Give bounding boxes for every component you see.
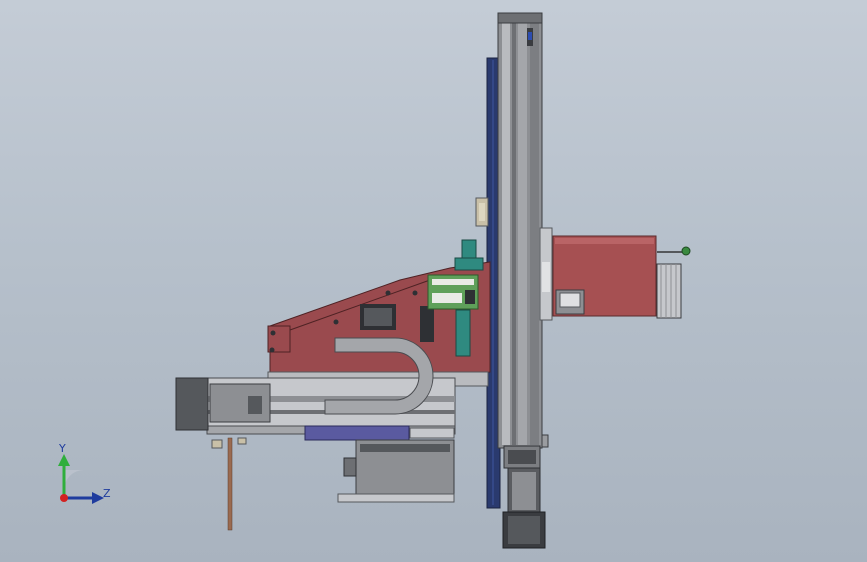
- x-axis-dot: [60, 494, 68, 502]
- purple-base-plate: [304, 425, 410, 441]
- green-circuit-board: [427, 274, 479, 310]
- y-axis-label: Y: [58, 442, 66, 455]
- horizontal-motor-carriage: [539, 227, 691, 321]
- cad-viewport[interactable]: Y Z: [0, 0, 867, 562]
- gantry-robot-assembly: Y Z: [58, 12, 691, 549]
- z-axis-label: Z: [103, 487, 111, 500]
- copper-rod: [227, 437, 233, 531]
- vertical-linear-axis: [497, 12, 543, 449]
- vertical-axis-motor: [502, 434, 549, 549]
- teal-connector: [461, 239, 477, 261]
- teal-connector-base: [454, 257, 484, 271]
- coordinate-triad: Y Z: [58, 442, 111, 504]
- gripper-body: [337, 439, 455, 503]
